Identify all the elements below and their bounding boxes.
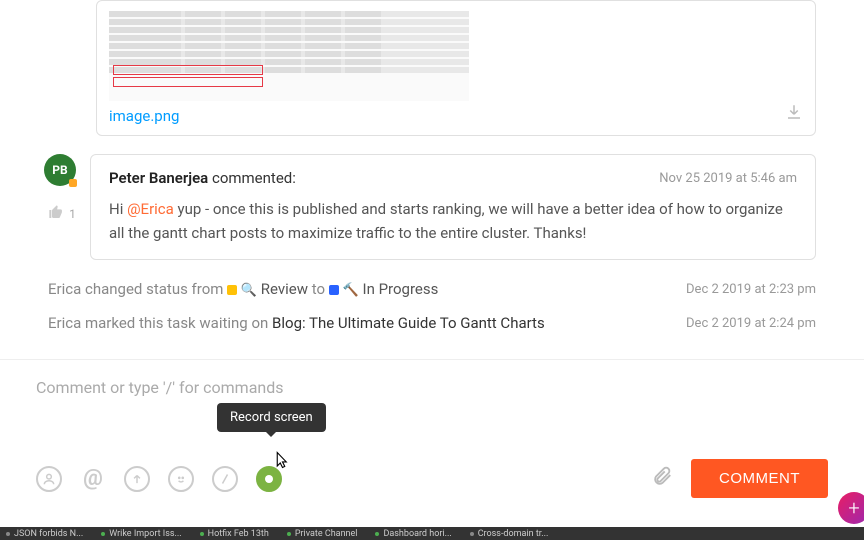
composer-toolbar: @ COMMENT — [36, 459, 828, 498]
status-to: In Progress — [362, 280, 438, 298]
slash-command-icon[interactable] — [212, 466, 238, 492]
record-tooltip: Record screen — [217, 403, 326, 432]
magnifier-icon: 🔍 — [241, 283, 257, 298]
activity-date: Dec 2 2019 at 2:24 pm — [686, 316, 816, 331]
attachment-preview[interactable]: image.png — [96, 0, 816, 136]
comment-header: Peter Banerjea commented: Nov 25 2019 at… — [109, 169, 797, 187]
composer: Comment or type '/' for commands Record … — [0, 359, 864, 510]
tab-item[interactable]: JSON forbids N... — [6, 529, 83, 539]
avatar[interactable]: PB — [44, 154, 76, 186]
activity-pre2: Erica marked this task waiting on — [48, 314, 272, 332]
status-from: Review — [261, 280, 308, 298]
task-link[interactable]: Blog: The Ultimate Guide To Gantt Charts — [272, 314, 545, 332]
activity-row-waiting: Erica marked this task waiting on Blog: … — [0, 314, 864, 332]
assign-icon[interactable] — [36, 466, 62, 492]
toolbar-right: COMMENT — [651, 459, 828, 498]
activity-text: Erica marked this task waiting on Blog: … — [48, 314, 545, 332]
commenter: Peter Banerjea commented: — [109, 169, 296, 187]
attachment-filename[interactable]: image.png — [109, 107, 807, 125]
comment-text-hi: Hi — [109, 200, 127, 218]
toolbar-left: @ — [36, 466, 282, 492]
commenter-name: Peter Banerjea — [109, 169, 208, 187]
comment-card: Peter Banerjea commented: Nov 25 2019 at… — [90, 154, 816, 260]
mention-icon[interactable]: @ — [80, 466, 106, 492]
activity-row-status: Erica changed status from 🔍 Review to 🔨 … — [0, 280, 864, 298]
hammer-icon: 🔨 — [343, 283, 359, 298]
upload-icon[interactable] — [124, 466, 150, 492]
taskbar: JSON forbids N... Wrike Import Iss... Ho… — [0, 527, 864, 540]
activity-to: to — [312, 280, 329, 298]
activity-pre: Erica changed status from — [48, 280, 227, 298]
cursor-pointer — [272, 451, 290, 474]
mention[interactable]: @Erica — [127, 200, 174, 218]
avatar-initials: PB — [52, 163, 67, 177]
comment-button[interactable]: COMMENT — [691, 459, 828, 498]
status-square-blue — [329, 285, 339, 295]
comment-text-body: yup - once this is published and starts … — [109, 200, 783, 242]
activity-text: Erica changed status from 🔍 Review to 🔨 … — [48, 280, 438, 298]
comment-row: PB 1 Peter Banerjea commented: Nov 25 20… — [0, 154, 864, 260]
comment-date: Nov 25 2019 at 5:46 am — [659, 171, 797, 186]
main: image.png PB 1 Peter Banerjea commented: — [0, 0, 864, 540]
tab-item[interactable]: Wrike Import Iss... — [101, 529, 181, 539]
commenter-action: commented: — [212, 169, 296, 187]
activity-date: Dec 2 2019 at 2:23 pm — [686, 282, 816, 297]
tab-item[interactable]: Private Channel — [287, 529, 358, 539]
tab-item[interactable]: Cross-domain tr... — [470, 529, 549, 539]
comment-body: Hi @Erica yup - once this is published a… — [109, 197, 797, 245]
attachment-thumbnail — [109, 11, 469, 101]
avatar-status-dot — [69, 179, 77, 187]
tab-item[interactable]: Hotfix Feb 13th — [200, 529, 269, 539]
attach-icon[interactable] — [651, 465, 673, 493]
fab-add-button[interactable]: + — [838, 492, 864, 524]
emoji-icon[interactable] — [168, 466, 194, 492]
download-icon[interactable] — [785, 103, 803, 125]
status-square-yellow — [227, 285, 237, 295]
like-button[interactable]: 1 — [48, 204, 76, 224]
like-count: 1 — [69, 207, 76, 221]
comment-input[interactable]: Comment or type '/' for commands — [36, 378, 828, 397]
tab-item[interactable]: Dashboard hori... — [375, 529, 451, 539]
thumbs-up-icon — [48, 204, 64, 224]
